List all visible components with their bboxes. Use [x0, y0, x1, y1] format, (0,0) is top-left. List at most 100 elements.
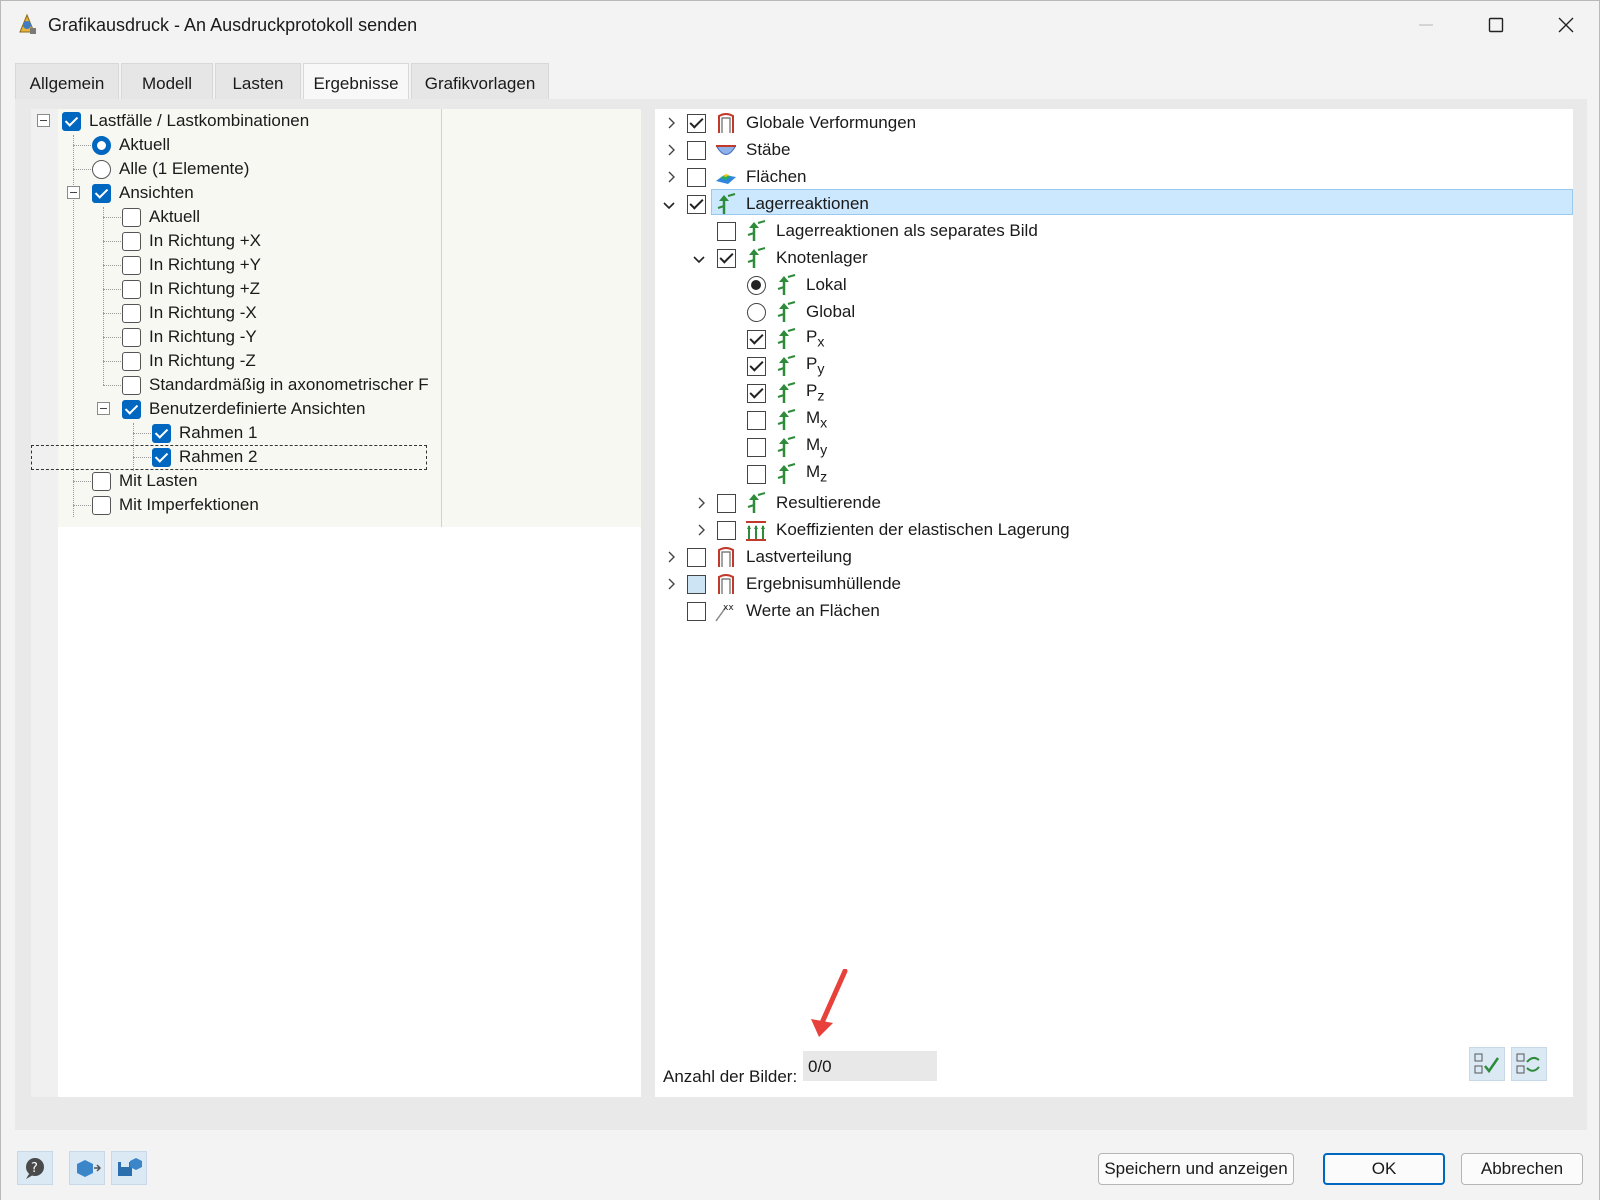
chevron-right-icon[interactable] — [665, 144, 677, 156]
checkbox[interactable] — [687, 194, 706, 214]
checkbox[interactable] — [122, 279, 141, 299]
result-item-resultierende[interactable]: Resultierende — [717, 491, 881, 515]
radio-button[interactable] — [747, 275, 766, 295]
chevron-down-icon[interactable] — [663, 199, 675, 211]
result-item-mz[interactable]: Mz — [747, 462, 827, 486]
result-item-flaechen[interactable]: Flächen — [687, 165, 806, 189]
tree-item-richtung-mx[interactable]: In Richtung -X — [122, 301, 257, 325]
result-item-my[interactable]: My — [747, 435, 827, 459]
close-button[interactable] — [1531, 1, 1600, 49]
tree-item-lastfaelle[interactable]: Lastfälle / Lastkombinationen — [62, 109, 309, 133]
save-defaults-button[interactable] — [111, 1151, 147, 1185]
tree-item-rahmen-2[interactable]: Rahmen 2 — [152, 445, 257, 469]
tree-item-richtung-px[interactable]: In Richtung +X — [122, 229, 261, 253]
minimize-button[interactable] — [1391, 1, 1461, 49]
tree-item-richtung-pz[interactable]: In Richtung +Z — [122, 277, 260, 301]
checkbox[interactable] — [122, 207, 141, 227]
checkbox[interactable] — [122, 327, 141, 347]
result-item-ergebnisumhuellende[interactable]: Ergebnisumhüllende — [687, 572, 901, 596]
checkbox[interactable] — [687, 167, 706, 187]
chevron-right-icon[interactable] — [695, 497, 707, 509]
checkbox[interactable] — [687, 140, 706, 160]
checkbox[interactable] — [92, 471, 111, 491]
tree-item-richtung-mz[interactable]: In Richtung -Z — [122, 349, 256, 373]
save-and-show-button[interactable]: Speichern und anzeigen — [1098, 1153, 1294, 1185]
tree-item-richtung-my[interactable]: In Richtung -Y — [122, 325, 257, 349]
help-button[interactable]: ? — [17, 1151, 53, 1185]
tree-item-ansichten[interactable]: Ansichten — [92, 181, 194, 205]
tree-item-mit-imperfektionen[interactable]: Mit Imperfektionen — [92, 493, 259, 517]
select-all-button[interactable] — [1469, 1047, 1505, 1081]
checkbox[interactable] — [122, 231, 141, 251]
result-item-koeffizienten[interactable]: Koeffizienten der elastischen Lagerung — [717, 518, 1070, 542]
tab-grafikvorlagen[interactable]: Grafikvorlagen — [411, 63, 549, 99]
checkbox[interactable] — [687, 601, 706, 621]
tree-item-benutzerdefiniert[interactable]: Benutzerdefinierte Ansichten — [122, 397, 365, 421]
checkbox[interactable] — [747, 410, 766, 430]
checkbox[interactable] — [687, 113, 706, 133]
cancel-button[interactable]: Abbrechen — [1461, 1153, 1583, 1185]
tab-allgemein[interactable]: Allgemein — [15, 63, 119, 99]
tree-item-richtung-py[interactable]: In Richtung +Y — [122, 253, 261, 277]
chevron-right-icon[interactable] — [665, 117, 677, 129]
result-item-px[interactable]: Px — [747, 327, 824, 351]
result-item-py[interactable]: Py — [747, 354, 824, 378]
toggle-selection-button[interactable] — [1511, 1047, 1547, 1081]
chevron-right-icon[interactable] — [665, 551, 677, 563]
radio-button[interactable] — [92, 135, 111, 155]
checkbox[interactable] — [92, 495, 111, 515]
collapse-toggle[interactable] — [97, 402, 110, 415]
checkbox[interactable] — [747, 329, 766, 349]
checkbox[interactable] — [717, 493, 736, 513]
chevron-down-icon[interactable] — [693, 253, 705, 265]
checkbox[interactable] — [687, 574, 706, 594]
tree-item-alle[interactable]: Alle (1 Elemente) — [92, 157, 249, 181]
result-item-knotenlager[interactable]: Knotenlager — [717, 246, 868, 270]
checkbox[interactable] — [687, 547, 706, 567]
checkbox[interactable] — [747, 356, 766, 376]
checkbox[interactable] — [122, 375, 141, 395]
result-item-global[interactable]: Global — [747, 300, 855, 324]
checkbox[interactable] — [717, 520, 736, 540]
checkbox[interactable] — [122, 303, 141, 323]
checkbox[interactable] — [62, 111, 81, 131]
checkbox[interactable] — [122, 399, 141, 419]
ok-button[interactable]: OK — [1323, 1153, 1445, 1185]
maximize-button[interactable] — [1461, 1, 1531, 49]
checkbox[interactable] — [747, 437, 766, 457]
result-item-staebe[interactable]: Stäbe — [687, 138, 790, 162]
checkbox[interactable] — [747, 464, 766, 484]
collapse-toggle[interactable] — [37, 114, 50, 127]
checkbox[interactable] — [152, 447, 171, 467]
tree-item-aktuell-ansicht[interactable]: Aktuell — [122, 205, 200, 229]
result-item-pz[interactable]: Pz — [747, 381, 824, 405]
result-item-werte-an-flaechen[interactable]: xx Werte an Flächen — [687, 599, 880, 623]
tree-item-aktuell-lastfall[interactable]: Aktuell — [92, 133, 170, 157]
checkbox[interactable] — [747, 383, 766, 403]
tree-item-mit-lasten[interactable]: Mit Lasten — [92, 469, 197, 493]
tree-item-axonometrisch[interactable]: Standardmäßig in axonometrischer F — [122, 373, 442, 397]
chevron-right-icon[interactable] — [665, 578, 677, 590]
result-item-lokal[interactable]: Lokal — [747, 273, 847, 297]
checkbox[interactable] — [122, 351, 141, 371]
radio-button[interactable] — [92, 159, 111, 179]
collapse-toggle[interactable] — [67, 186, 80, 199]
result-item-separates-bild[interactable]: Lagerreaktionen als separates Bild — [717, 219, 1038, 243]
radio-button[interactable] — [747, 302, 766, 322]
result-item-globale-verformungen[interactable]: Globale Verformungen — [687, 111, 916, 135]
result-item-lastverteilung[interactable]: Lastverteilung — [687, 545, 852, 569]
checkbox[interactable] — [152, 423, 171, 443]
chevron-right-icon[interactable] — [665, 171, 677, 183]
result-item-mx[interactable]: Mx — [747, 408, 827, 432]
tab-modell[interactable]: Modell — [121, 63, 213, 99]
checkbox[interactable] — [122, 255, 141, 275]
tab-lasten[interactable]: Lasten — [215, 63, 301, 99]
tree-item-rahmen-1[interactable]: Rahmen 1 — [152, 421, 257, 445]
checkbox[interactable] — [717, 248, 736, 268]
checkbox[interactable] — [92, 183, 111, 203]
load-defaults-button[interactable] — [69, 1151, 105, 1185]
tab-ergebnisse[interactable]: Ergebnisse — [303, 63, 409, 99]
chevron-right-icon[interactable] — [695, 524, 707, 536]
checkbox[interactable] — [717, 221, 736, 241]
result-item-lagerreaktionen[interactable]: Lagerreaktionen — [687, 192, 869, 216]
